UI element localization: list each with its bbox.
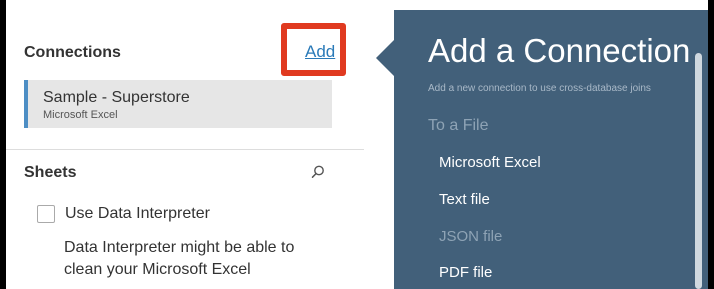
- popup-title: Add a Connection: [428, 32, 691, 69]
- connect-pdf-file[interactable]: PDF file: [439, 264, 492, 281]
- add-highlight-box: Add: [281, 23, 346, 76]
- window-frame-right: [708, 0, 714, 289]
- sheets-heading: Sheets: [24, 164, 77, 181]
- section-divider: [6, 149, 364, 150]
- connection-name: Sample - Superstore: [43, 89, 190, 106]
- connect-text-file[interactable]: Text file: [439, 191, 490, 208]
- data-interpreter-description: Data Interpreter might be able to clean …: [64, 239, 295, 278]
- data-interpreter-checkbox[interactable]: [37, 205, 55, 223]
- section-to-a-file: To a File: [428, 117, 489, 134]
- popup-pointer-arrow: [376, 40, 394, 76]
- connection-type: Microsoft Excel: [43, 109, 118, 121]
- connect-json-file: JSON file: [439, 228, 503, 245]
- data-source-sidebar: Connections Add Sample - Superstore Micr…: [6, 0, 364, 289]
- search-icon[interactable]: [310, 164, 326, 180]
- popup-subtitle: Add a new connection to use cross-databa…: [428, 83, 651, 94]
- connections-heading: Connections: [24, 44, 121, 61]
- connection-item-sample-superstore[interactable]: Sample - Superstore Microsoft Excel: [24, 80, 332, 128]
- add-connection-link[interactable]: Add: [305, 42, 335, 62]
- popup-scrollbar[interactable]: [695, 53, 702, 289]
- data-interpreter-label: Use Data Interpreter: [65, 205, 210, 222]
- connect-microsoft-excel[interactable]: Microsoft Excel: [439, 154, 541, 171]
- add-connection-popup: Add a Connection Add a new connection to…: [394, 10, 708, 289]
